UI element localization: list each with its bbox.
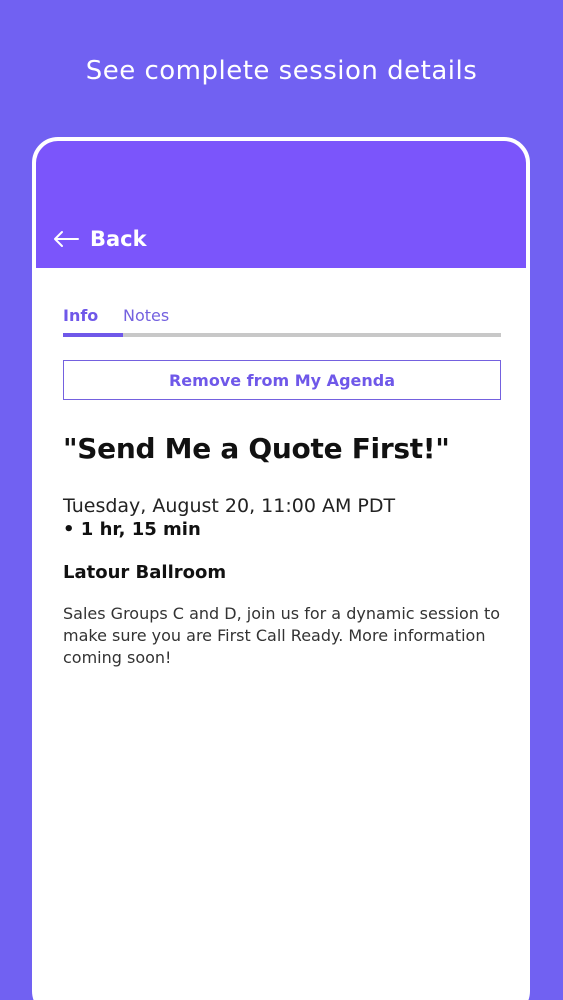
back-label: Back [90,227,147,251]
screenshot-caption: See complete session details [85,56,478,86]
tab-active-indicator [63,333,123,337]
app-header: Back [36,141,526,268]
tab-info[interactable]: Info [63,306,98,325]
session-content: Info Notes Remove from My Agenda "Send M… [63,268,501,669]
arrow-left-icon [54,231,79,247]
session-description: Sales Groups C and D, join us for a dyna… [63,604,501,667]
tab-bar: Info Notes [63,306,501,340]
tab-track [63,333,501,337]
session-duration: • 1 hr, 15 min [63,519,201,540]
back-button[interactable]: Back [52,227,147,251]
session-title: "Send Me a Quote First!" [63,432,450,465]
session-datetime: Tuesday, August 20, 11:00 AM PDT [63,495,396,517]
device-frame: Back Info Notes Remove from My Agenda "S… [32,137,530,1000]
session-location: Latour Ballroom [63,562,227,583]
tab-notes[interactable]: Notes [123,306,169,325]
remove-from-agenda-button[interactable]: Remove from My Agenda [63,360,501,400]
